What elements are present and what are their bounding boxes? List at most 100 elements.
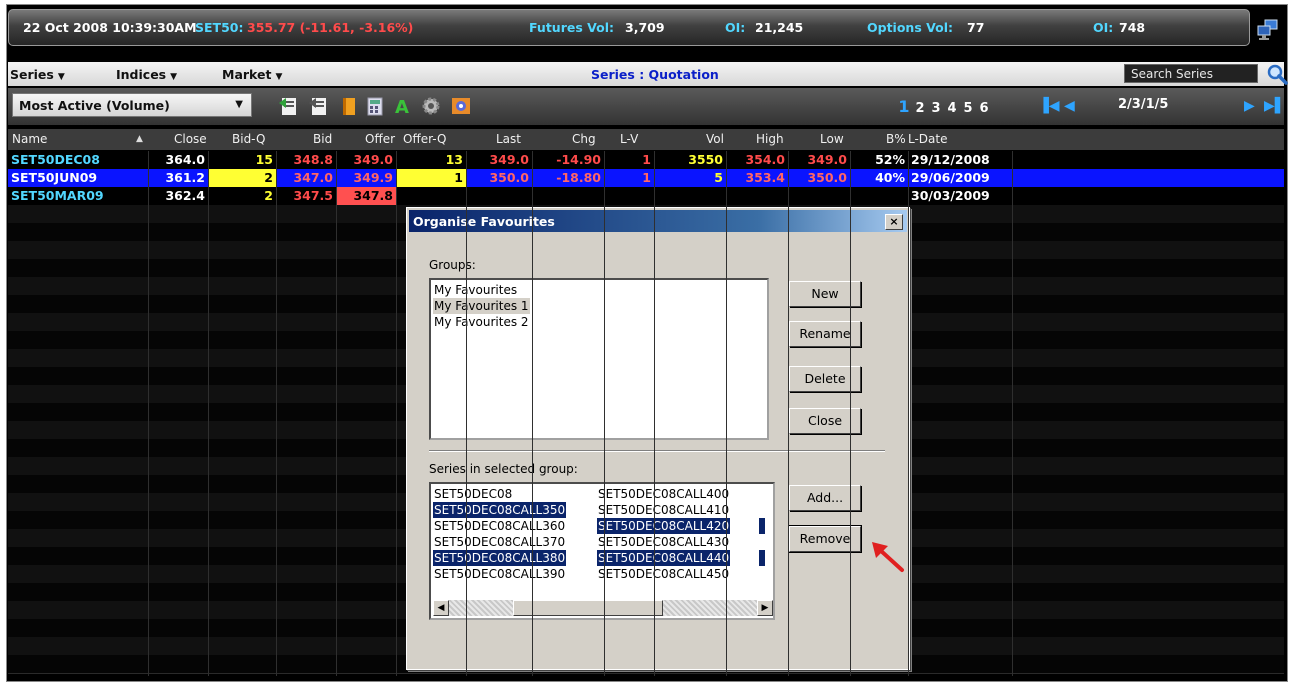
page-link[interactable]: 3 [928, 101, 944, 116]
col-header-l-date[interactable]: L-Date [908, 132, 948, 146]
table-cell [850, 187, 908, 205]
table-cell [466, 187, 532, 205]
series-item[interactable]: SET50DEC08CALL430 [597, 534, 730, 550]
col-header-lv[interactable]: L-V [620, 132, 638, 146]
menu-market[interactable]: Market ▼ [222, 67, 282, 82]
calculator-icon[interactable] [364, 95, 386, 117]
table-cell [654, 187, 726, 205]
table-cell: 347.0 [293, 170, 333, 185]
page-link[interactable]: 4 [944, 101, 960, 116]
chevron-down-icon: ▼ [275, 72, 283, 82]
search-input[interactable]: Search Series [1124, 64, 1258, 83]
table-row[interactable]: SET50JUN09 361.2 2 347.0 349.9 1 350.0 -18.80 1 5… [8, 169, 1284, 188]
table-cell [726, 187, 788, 205]
chart-icon[interactable] [450, 95, 472, 117]
grid-line [276, 151, 277, 676]
alert-icon[interactable]: A [392, 95, 414, 118]
col-header-last[interactable]: Last [496, 132, 521, 146]
book-icon[interactable] [338, 95, 360, 117]
ticker-futures-vol-label: Futures Vol: [529, 20, 614, 35]
table-row[interactable]: SET50DEC08 364.0 15 348.8 349.0 13 349.0 -14.90… [8, 151, 1284, 170]
view-select[interactable]: Most Active (Volume) ▼ [12, 93, 252, 117]
prev-page-icon[interactable]: ◀ [1064, 98, 1075, 114]
col-header-bid-q[interactable]: Bid-Q [232, 132, 265, 146]
close-icon[interactable]: × [885, 214, 903, 230]
menu-indices[interactable]: Indices ▼ [116, 67, 177, 82]
page-title: Series : Quotation [591, 67, 719, 82]
groups-label: Groups: [429, 258, 476, 272]
col-header-vol[interactable]: Vol [706, 132, 724, 146]
series-item[interactable]: SET50DEC08CALL400 [597, 486, 730, 502]
grid-line [1012, 151, 1013, 676]
col-header-close[interactable]: Close [174, 132, 207, 146]
col-header-offer-q[interactable]: Offer-Q [403, 132, 446, 146]
series-item-selected[interactable]: SET50DEC08CALL380 [433, 550, 567, 566]
table-cell: 353.4 [745, 170, 785, 185]
search-icon[interactable] [1266, 63, 1288, 85]
ticker-options-vol-label: Options Vol: [867, 20, 953, 35]
col-header-b-pct[interactable]: B% [886, 132, 906, 146]
col-header-bid[interactable]: Bid [313, 132, 332, 146]
table-cell: 348.8 [293, 152, 333, 167]
table-cell: 52% [875, 152, 905, 167]
grid-line [654, 151, 655, 676]
groups-listbox[interactable]: My Favourites My Favourites 1 My Favouri… [429, 278, 769, 440]
gear-icon[interactable] [420, 95, 442, 117]
col-header-low[interactable]: Low [820, 132, 844, 146]
table-cell: 349.9 [353, 170, 393, 185]
dialog-divider [429, 450, 885, 452]
scroll-thumb[interactable] [513, 600, 663, 616]
col-header-high[interactable]: High [756, 132, 784, 146]
dialog-title-bar[interactable]: Organise Favourites × [409, 210, 907, 232]
menu-bar: Series ▼ Indices ▼ Market ▼ Series : Quotat… [8, 62, 1288, 86]
table-cell: 350.0 [807, 170, 847, 185]
first-page-icon[interactable]: ▐◀ [1038, 98, 1060, 114]
series-item[interactable]: SET50DEC08 [433, 486, 513, 502]
sort-asc-icon[interactable]: ▲ [136, 134, 143, 144]
series-item-selected[interactable]: SET50DEC08CALL350 [433, 502, 567, 518]
page-link[interactable]: 5 [960, 101, 976, 116]
page-link[interactable]: 6 [976, 101, 992, 116]
table-cell: 29/06/2009 [911, 170, 990, 185]
grid-line [908, 151, 909, 676]
series-listbox[interactable]: SET50DEC08 SET50DEC08CALL350 SET50DEC08C… [429, 482, 775, 620]
series-item[interactable]: SET50DEC08CALL360 [433, 518, 566, 534]
col-header-offer[interactable]: Offer [365, 132, 395, 146]
view-select-value: Most Active (Volume) [19, 98, 170, 113]
series-item[interactable]: SET50DEC08CALL450 [597, 566, 730, 582]
series-item[interactable]: SET50DEC08CALL370 [433, 534, 566, 550]
series-item-selected[interactable]: SET50DEC08CALL440 [597, 550, 731, 566]
series-item-selected[interactable]: SET50DEC08CALL420 [597, 518, 731, 534]
ticker-oi2: 748 [1119, 20, 1146, 35]
table-row[interactable]: SET50MAR09 362.4 2 347.5 347.8 30/03/2009 [8, 187, 1284, 206]
grid-line [466, 151, 467, 676]
table-cell: 2 [208, 169, 276, 187]
menu-indices-label: Indices [116, 67, 167, 82]
series-item[interactable]: SET50DEC08CALL410 [597, 502, 730, 518]
table-cell: 1 [642, 152, 651, 167]
menu-series[interactable]: Series ▼ [10, 67, 65, 82]
table-cell: 29/12/2008 [911, 152, 990, 167]
scroll-right-icon[interactable]: ▶ [757, 600, 773, 616]
series-item-clipped [759, 518, 765, 534]
remove-favourite-icon[interactable] [308, 95, 330, 117]
col-header-chg[interactable]: Chg [572, 132, 596, 146]
series-horizontal-scrollbar[interactable]: ◀ ▶ [433, 600, 773, 616]
next-page-icon[interactable]: ▶ [1244, 98, 1255, 114]
group-item[interactable]: My Favourites [433, 282, 518, 298]
last-page-icon[interactable]: ▶▌ [1264, 98, 1286, 114]
group-item-selected[interactable]: My Favourites 1 [433, 298, 530, 314]
network-status-icon[interactable] [1252, 9, 1284, 46]
scroll-left-icon[interactable]: ◀ [433, 600, 449, 616]
table-cell: 361.2 [165, 170, 205, 185]
series-item[interactable]: SET50DEC08CALL390 [433, 566, 566, 582]
add-favourite-icon[interactable] [278, 95, 300, 117]
group-item[interactable]: My Favourites 2 [433, 314, 530, 330]
page-link[interactable]: 2 [912, 101, 928, 116]
grid-line [396, 151, 397, 676]
col-header-name[interactable]: Name [12, 132, 47, 146]
page-link[interactable]: 1 [896, 97, 912, 116]
table-cell: 30/03/2009 [911, 188, 990, 203]
grid-line [532, 151, 533, 676]
ticker-options-vol: 77 [967, 20, 985, 35]
